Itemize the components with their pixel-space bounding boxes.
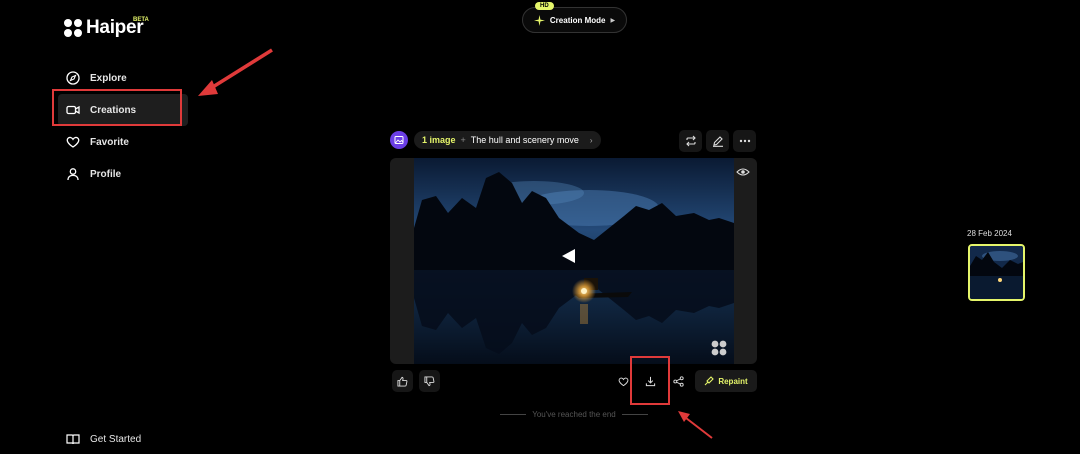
more-options-button[interactable] (733, 130, 756, 152)
timeline-date: 28 Feb 2024 (967, 229, 1012, 238)
edit-button[interactable] (706, 130, 729, 152)
creation-actions (679, 130, 756, 152)
repeat-icon (685, 135, 696, 147)
divider (621, 414, 648, 415)
annotation-arrow-head (678, 411, 690, 422)
sidebar-nav: Explore Creations Favorite Profile (58, 62, 188, 190)
end-message-text: You've reached the end (532, 410, 616, 419)
video-card[interactable] (390, 158, 757, 364)
sparkle-icon (533, 14, 545, 26)
more-horizontal-icon (739, 139, 750, 143)
annotation-arrow-line (207, 48, 273, 92)
thumbs-up-icon (397, 376, 408, 387)
haiper-logo-icon (64, 19, 82, 37)
thumbs-down-icon (424, 375, 435, 386)
get-started-label: Get Started (90, 433, 142, 445)
regenerate-button[interactable] (679, 130, 702, 152)
prompt-pill[interactable]: 1 image + The hull and scenery move › (414, 131, 601, 149)
hd-badge: HD (535, 2, 554, 10)
sidebar-item-label: Favorite (90, 136, 129, 148)
divider (500, 414, 527, 415)
pencil-icon (712, 136, 723, 147)
repaint-button[interactable]: Repaint (695, 370, 757, 392)
thumbs-down-button[interactable] (419, 370, 440, 392)
share-button[interactable] (668, 370, 689, 392)
get-started-link[interactable]: Get Started (66, 432, 141, 446)
video-thumbnail[interactable] (414, 158, 734, 364)
thumbnail-image (970, 246, 1023, 299)
heart-icon (618, 377, 629, 386)
annotation-highlight-download (630, 356, 670, 405)
sidebar-item-profile[interactable]: Profile (58, 158, 188, 190)
annotation-arrow-line (685, 417, 713, 439)
beta-badge: BETA (133, 17, 149, 23)
thumbs-up-button[interactable] (392, 370, 413, 392)
caret-right-icon: ▶ (610, 17, 616, 24)
chevron-right-icon: › (589, 135, 593, 145)
haiper-watermark-icon (711, 340, 727, 356)
end-of-list-message: You've reached the end (500, 410, 648, 419)
creation-mode-button[interactable]: Creation Mode ▶ (522, 7, 627, 33)
heart-icon (66, 135, 80, 149)
creation-header: 1 image + The hull and scenery move › (390, 131, 601, 149)
sidebar-item-label: Explore (90, 72, 127, 84)
eye-icon[interactable] (736, 166, 750, 178)
creation-footer-actions: Repaint (390, 370, 757, 392)
repaint-label: Repaint (718, 376, 748, 386)
sidebar-item-label: Profile (90, 168, 122, 180)
plus-sign: + (460, 135, 466, 145)
paint-brush-icon (704, 376, 715, 386)
creation-mode-label: Creation Mode (549, 15, 606, 25)
compass-icon (66, 71, 80, 85)
annotation-highlight-creations (52, 89, 182, 126)
brand-logo[interactable]: Haiper (64, 17, 144, 39)
prompt-text: The hull and scenery move (470, 135, 579, 145)
image-icon (390, 131, 408, 149)
image-count: 1 image (422, 135, 456, 145)
book-icon (66, 432, 80, 446)
annotation-arrow-head (198, 80, 218, 96)
sidebar-item-favorite[interactable]: Favorite (58, 126, 188, 158)
user-icon (66, 167, 80, 181)
share-icon (673, 375, 684, 387)
timeline-thumbnail[interactable] (968, 244, 1025, 301)
